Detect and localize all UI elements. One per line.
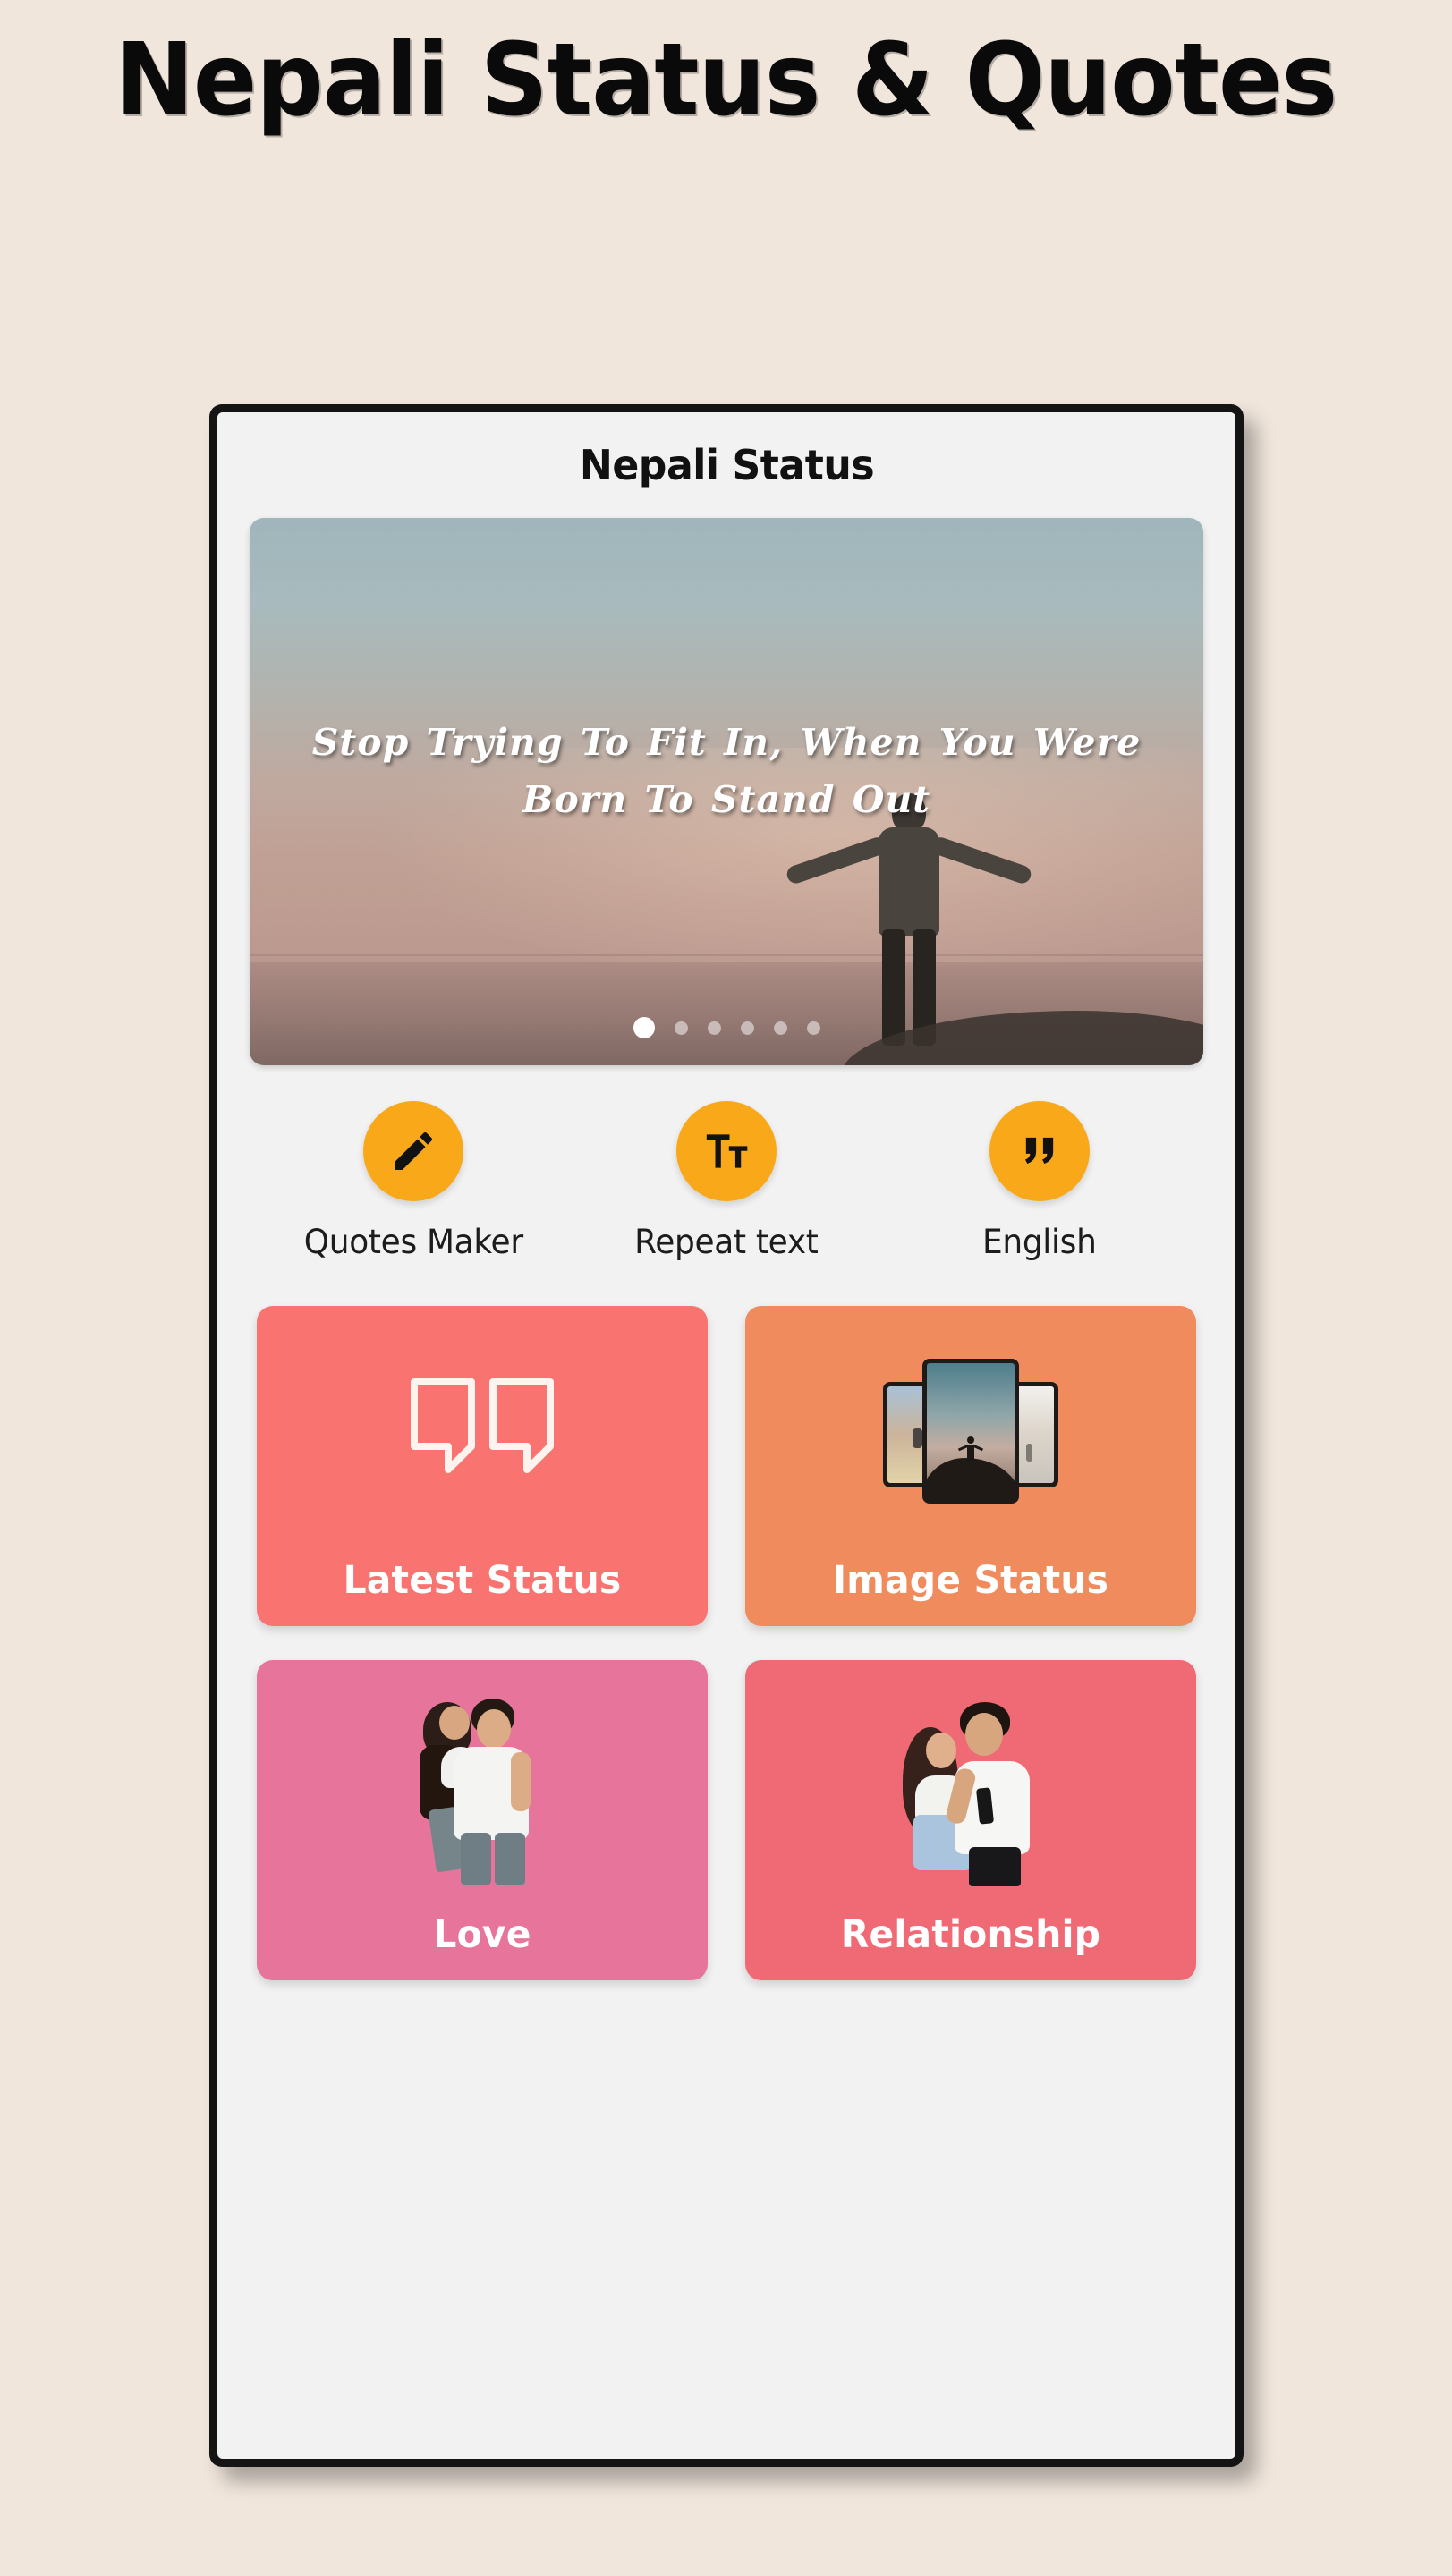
- quick-action-repeat-text[interactable]: Repeat text: [570, 1101, 883, 1261]
- quick-action-english[interactable]: English: [883, 1101, 1196, 1261]
- quick-actions-row: Quotes Maker Repeat text English: [217, 1065, 1235, 1261]
- page-title: Nepali Status & Quotes: [115, 22, 1337, 139]
- card-latest-status[interactable]: Latest Status: [257, 1306, 708, 1626]
- couple-piggyback-photo: [257, 1660, 708, 1911]
- carousel-dot-4[interactable]: [740, 1021, 754, 1035]
- quotes-maker-button[interactable]: [363, 1101, 463, 1201]
- app-bar-title: Nepali Status: [579, 441, 874, 489]
- banner-quote-text: Stop Trying To Fit In, When You Were Bor…: [311, 721, 1142, 821]
- quick-action-quotes-maker[interactable]: Quotes Maker: [257, 1101, 570, 1261]
- quick-action-label: Repeat text: [634, 1223, 819, 1261]
- app-screen: Nepali Status Stop Trying To Fit In, Whe…: [217, 412, 1235, 2459]
- category-grid: Latest Status Image Status Love Relation…: [217, 1261, 1235, 1980]
- card-label: Relationship: [840, 1912, 1101, 1957]
- carousel-dot-3[interactable]: [707, 1021, 721, 1035]
- carousel-dots: [250, 1017, 1203, 1038]
- english-button[interactable]: [989, 1101, 1090, 1201]
- card-label: Love: [433, 1912, 531, 1957]
- quick-action-label: English: [982, 1223, 1097, 1261]
- repeat-text-button[interactable]: [676, 1101, 777, 1201]
- carousel-dot-5[interactable]: [773, 1021, 787, 1035]
- format-size-icon: [701, 1126, 751, 1176]
- carousel-dot-2[interactable]: [674, 1021, 688, 1035]
- stacked-photos-icon: [745, 1306, 1196, 1556]
- card-relationship[interactable]: Relationship: [745, 1660, 1196, 1980]
- carousel-dot-1[interactable]: [633, 1017, 655, 1038]
- couple-hug-photo: [745, 1660, 1196, 1911]
- carousel-dot-6[interactable]: [806, 1021, 820, 1035]
- pencil-icon: [388, 1126, 438, 1176]
- quote-bubbles-icon: [257, 1306, 708, 1556]
- card-label: Image Status: [832, 1558, 1109, 1603]
- banner-carousel[interactable]: Stop Trying To Fit In, When You Were Bor…: [250, 518, 1203, 1065]
- card-label: Latest Status: [343, 1558, 622, 1603]
- quick-action-label: Quotes Maker: [303, 1223, 523, 1261]
- quote-marks-icon: [1016, 1128, 1063, 1174]
- promo-screenshot: Nepali Status & Quotes Nepali Status Sto…: [0, 0, 1452, 2576]
- card-image-status[interactable]: Image Status: [745, 1306, 1196, 1626]
- horizon-line: [250, 953, 1203, 956]
- phone-mockup: Nepali Status Stop Trying To Fit In, Whe…: [209, 404, 1244, 2467]
- banner-carousel-wrapper: Stop Trying To Fit In, When You Were Bor…: [217, 518, 1235, 1065]
- photo-frame-center: [922, 1359, 1019, 1504]
- app-bar: Nepali Status: [217, 412, 1235, 518]
- card-love[interactable]: Love: [257, 1660, 708, 1980]
